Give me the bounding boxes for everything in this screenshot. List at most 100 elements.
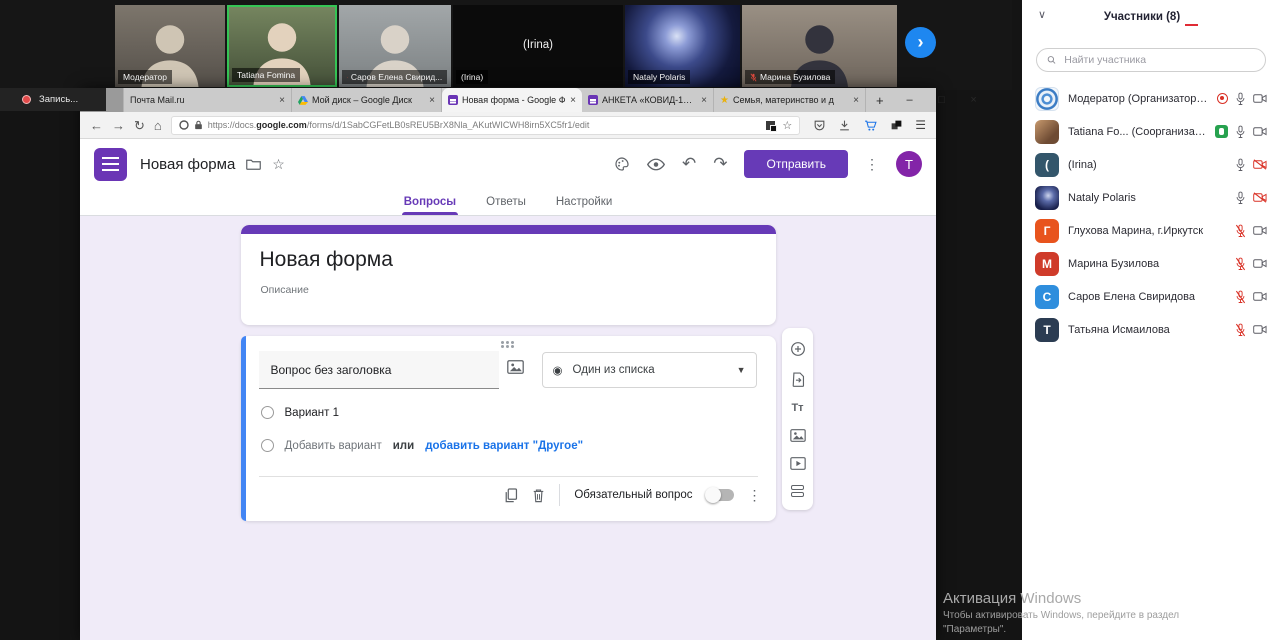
avatar: ( xyxy=(1035,153,1059,177)
add-video-icon[interactable] xyxy=(790,457,806,470)
add-image-icon[interactable] xyxy=(790,429,806,442)
forward-icon[interactable]: → xyxy=(112,119,125,132)
participant-status-icons xyxy=(1217,92,1267,106)
participant-row[interactable]: С Саров Елена Свиридова xyxy=(1022,280,1280,313)
participant-row[interactable]: Г Глухова Марина, г.Иркутск xyxy=(1022,214,1280,247)
extensions-icon[interactable] xyxy=(890,119,903,132)
question-more-icon[interactable]: ⋮ xyxy=(748,487,762,504)
question-card[interactable]: Вопрос без заголовка ◉ Один из списка ▼ … xyxy=(241,336,776,521)
downloads-icon[interactable] xyxy=(838,119,851,132)
browser-tab[interactable]: АНКЕТА «КОВИД-19: ЛЕС × xyxy=(582,88,714,112)
video-tile[interactable]: Марина Бузилова xyxy=(742,5,897,87)
address-bar[interactable]: https://docs.google.com/forms/d/1SabCGFe… xyxy=(171,116,800,135)
move-folder-icon[interactable] xyxy=(246,158,261,170)
participant-row[interactable]: ( (Irina) xyxy=(1022,148,1280,181)
question-title-input[interactable]: Вопрос без заголовка xyxy=(259,351,499,389)
required-toggle[interactable] xyxy=(707,489,734,501)
account-avatar[interactable]: T xyxy=(896,151,922,177)
tile-name-label: Модератор xyxy=(118,70,172,84)
form-description[interactable]: Описание xyxy=(261,284,776,296)
collapse-chevron-icon[interactable]: ∨ xyxy=(1038,8,1046,21)
browser-tab[interactable]: Мой диск – Google Диск × xyxy=(292,88,442,112)
forms-logo-icon[interactable] xyxy=(94,148,127,181)
minimize-button[interactable]: – xyxy=(894,94,926,106)
forms-tab-Настройки[interactable]: Настройки xyxy=(554,189,614,215)
participant-row[interactable]: Модератор (Организатор, я) xyxy=(1022,82,1280,115)
video-tile[interactable]: (Irina)(Irina) xyxy=(453,5,623,87)
forms-tab-Вопросы[interactable]: Вопросы xyxy=(402,189,458,215)
theme-palette-icon[interactable] xyxy=(614,156,630,172)
add-other-link[interactable]: добавить вариант "Другое" xyxy=(425,440,583,452)
add-option-row[interactable]: Добавить вариант или добавить вариант "Д… xyxy=(261,439,584,452)
tab-close-icon[interactable]: × xyxy=(701,95,707,106)
new-tab-button[interactable]: + xyxy=(866,88,894,112)
video-tile[interactable]: Tatiana Fomina xyxy=(227,5,337,87)
container-tab-icon[interactable] xyxy=(766,121,775,130)
browser-tab[interactable]: Почта Mail.ru × xyxy=(124,88,292,112)
document-title[interactable]: Новая форма xyxy=(140,156,235,173)
video-tile[interactable]: Саров Елена Свирид... xyxy=(339,5,451,87)
duplicate-icon[interactable] xyxy=(504,488,518,503)
google-forms-app: Новая форма ☆ ↶ ↷ Отправить ⋮ T xyxy=(80,139,936,640)
send-button[interactable]: Отправить xyxy=(744,150,848,178)
add-option-label[interactable]: Добавить вариант xyxy=(285,440,382,452)
participant-row[interactable]: Nataly Polaris xyxy=(1022,181,1280,214)
more-options-icon[interactable]: ⋮ xyxy=(865,156,879,173)
participant-search[interactable] xyxy=(1036,48,1266,72)
redo-icon[interactable]: ↷ xyxy=(713,154,727,174)
add-image-icon[interactable] xyxy=(507,360,524,374)
camera-off-icon xyxy=(1253,159,1267,170)
tab-close-icon[interactable]: × xyxy=(279,95,285,106)
bookmark-star-icon[interactable]: ☆ xyxy=(782,119,792,132)
add-title-icon[interactable]: Tт xyxy=(791,402,803,414)
tab-close-icon[interactable]: × xyxy=(429,95,435,106)
form-title-card[interactable]: Новая форма Описание xyxy=(241,225,776,325)
forms-tab-Ответы[interactable]: Ответы xyxy=(484,189,528,215)
tile-name-label: Tatiana Fomina xyxy=(232,68,300,82)
avatar xyxy=(1035,87,1059,111)
participant-row[interactable]: Т Татьяна Исмаилова xyxy=(1022,313,1280,346)
option-row-1[interactable]: Вариант 1 xyxy=(261,406,340,419)
reload-icon[interactable]: ↻ xyxy=(134,119,145,132)
drag-handle-icon[interactable] xyxy=(501,341,504,344)
form-title[interactable]: Новая форма xyxy=(260,248,776,272)
tile-display-name: (Irina) xyxy=(453,39,623,51)
search-input[interactable] xyxy=(1062,53,1255,67)
video-tile[interactable]: Nataly Polaris xyxy=(625,5,740,87)
delete-icon[interactable] xyxy=(532,488,545,503)
tab-close-icon[interactable]: × xyxy=(853,95,859,106)
star-document-icon[interactable]: ☆ xyxy=(272,156,285,173)
mic-muted-icon xyxy=(1235,257,1246,271)
next-page-button[interactable]: › xyxy=(905,27,936,58)
add-section-icon[interactable] xyxy=(791,485,804,497)
radio-type-icon: ◉ xyxy=(553,363,563,377)
undo-icon[interactable]: ↶ xyxy=(682,154,696,174)
import-questions-icon[interactable] xyxy=(791,372,805,387)
video-tile[interactable]: Модератор xyxy=(115,5,225,87)
avatar: С xyxy=(1035,285,1059,309)
preview-eye-icon[interactable] xyxy=(647,158,665,171)
tab-title: Семья, материнство и д xyxy=(733,95,849,105)
recording-indicator-icon xyxy=(1217,93,1228,104)
cart-icon[interactable] xyxy=(863,119,878,132)
back-icon[interactable]: ← xyxy=(90,119,103,132)
camera-icon xyxy=(1253,126,1267,137)
tab-close-icon[interactable]: × xyxy=(570,95,576,106)
question-type-select[interactable]: ◉ Один из списка ▼ xyxy=(542,352,757,388)
tab-favicon: ★ xyxy=(720,95,729,106)
browser-tab[interactable]: Новая форма - Google Ф × xyxy=(442,88,582,112)
site-info-icon[interactable] xyxy=(179,120,189,130)
maximize-button[interactable]: □ xyxy=(926,94,958,106)
forms-nav-tabs: Вопросы Ответы Настройки xyxy=(80,189,936,216)
menu-icon[interactable]: ☰ xyxy=(915,118,926,132)
close-window-button[interactable]: × xyxy=(958,94,990,106)
question-footer: Обязательный вопрос ⋮ xyxy=(504,484,761,506)
url-text[interactable]: https://docs.google.com/forms/d/1SabCGFe… xyxy=(208,120,762,130)
pocket-icon[interactable] xyxy=(813,119,826,132)
participant-row[interactable]: М Марина Бузилова xyxy=(1022,247,1280,280)
participant-row[interactable]: Tatiana Fo... (Соорганизатор) xyxy=(1022,115,1280,148)
home-icon[interactable]: ⌂ xyxy=(154,119,162,132)
add-question-icon[interactable] xyxy=(790,341,806,357)
forms-icon xyxy=(588,95,598,105)
browser-tab[interactable]: ★ Семья, материнство и д × xyxy=(714,88,866,112)
